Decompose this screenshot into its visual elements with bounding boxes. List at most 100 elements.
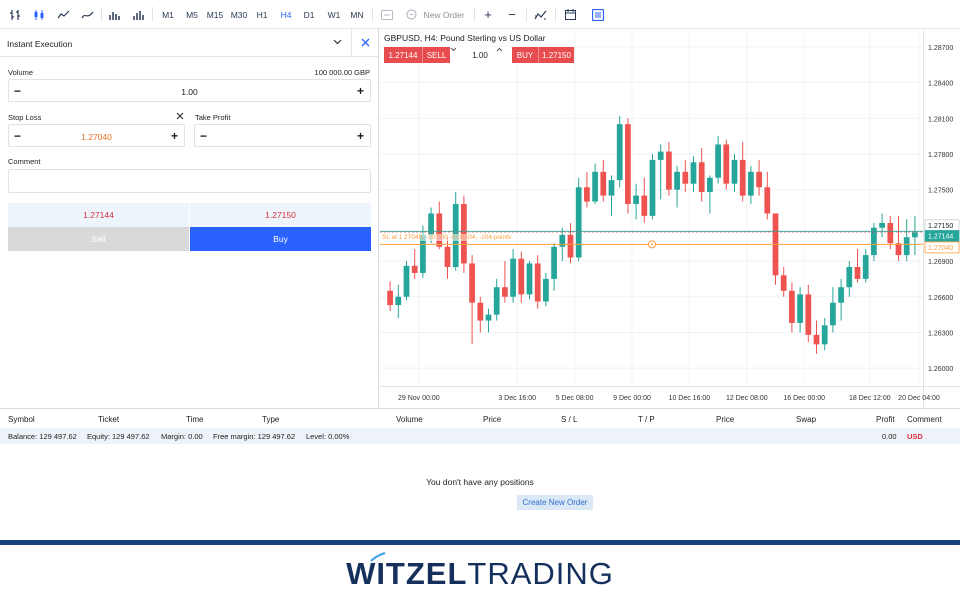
timeframe-d1[interactable]: D1 <box>302 6 316 23</box>
chart-title: GBPUSD, H4: Pound Sterling vs US Dollar <box>384 33 546 43</box>
chart-sell-button[interactable]: SELL <box>422 47 450 63</box>
stop-loss-line-label[interactable]: SL at 1.27040, -107.00 -0.00104, -104 po… <box>382 234 512 241</box>
chevron-down-icon[interactable] <box>333 38 342 47</box>
timeframe-mn[interactable]: MN <box>349 6 365 23</box>
candle-body <box>559 234 566 247</box>
candle-body <box>715 144 721 178</box>
zoom-out-icon[interactable]: − <box>506 6 518 23</box>
timeframe-m1[interactable]: M1 <box>160 6 176 23</box>
take-profit-decrease-button[interactable]: − <box>200 130 207 142</box>
col-comment[interactable]: Comment <box>907 415 942 424</box>
close-icon <box>361 38 370 49</box>
timeframe-h4[interactable]: H4 <box>279 6 293 23</box>
timeframe-m30[interactable]: M30 <box>229 6 249 23</box>
footer-divider <box>0 540 960 545</box>
col-price[interactable]: Price <box>483 415 501 424</box>
candle-body <box>657 151 664 160</box>
candle-body <box>698 162 705 193</box>
timeframe-m5[interactable]: M5 <box>184 6 200 23</box>
col-stop-loss[interactable]: S / L <box>561 415 577 424</box>
zoom-in-icon[interactable]: + <box>482 6 494 23</box>
x-tick-label: 9 Dec 00:00 <box>613 395 651 402</box>
chart-canvas[interactable]: 1.28700 1.28400 1.28100 1.27800 1.27500 1.269… <box>380 29 960 408</box>
indicators-icon[interactable] <box>533 6 547 23</box>
candle-body <box>707 177 713 193</box>
candle-body <box>543 278 549 302</box>
histogram-icon[interactable] <box>132 6 146 23</box>
candle-body <box>756 171 762 188</box>
chart-buy-button[interactable]: BUY <box>512 47 538 63</box>
price-chart[interactable]: 1.28700 1.28400 1.28100 1.27800 1.27500 1.269… <box>380 29 960 408</box>
comment-field[interactable] <box>8 169 371 193</box>
buy-button[interactable]: Buy <box>190 227 371 251</box>
new-order-icon[interactable] <box>404 6 418 23</box>
line-chart-icon[interactable] <box>56 6 70 23</box>
clear-stop-loss-icon[interactable] <box>176 112 184 122</box>
volume-value[interactable]: 1.00 <box>9 87 370 97</box>
logo-swoosh-icon <box>370 552 386 562</box>
balance-row: Balance: 129 497.62 Equity: 129 497.62 M… <box>0 428 960 444</box>
timeframe-h1[interactable]: H1 <box>255 6 269 23</box>
positions-panel: Symbol Ticket Time Type Volume Price S /… <box>0 408 960 540</box>
col-time[interactable]: Time <box>186 415 203 424</box>
empty-positions-message: You don't have any positions <box>426 477 534 487</box>
y-tick-label: 1.26600 <box>928 295 953 302</box>
candlestick-icon[interactable] <box>32 6 46 23</box>
margin-value: Margin: 0.00 <box>161 432 203 441</box>
timeframe-m15[interactable]: M15 <box>206 6 224 23</box>
candle-body <box>436 213 443 247</box>
bar-chart-icon[interactable] <box>8 6 22 23</box>
new-order-button[interactable]: New Order <box>422 6 466 23</box>
chart-volume-decrease-icon[interactable] <box>450 47 464 63</box>
stop-loss-increase-button[interactable]: + <box>171 130 178 142</box>
execution-type-select[interactable]: Instant Execution <box>0 29 378 57</box>
col-take-profit[interactable]: T / P <box>638 415 655 424</box>
chart-volume-input[interactable]: 1.00 <box>464 47 496 63</box>
x-tick-label: 5 Dec 08:00 <box>556 395 594 402</box>
y-tick-label: 1.26000 <box>928 366 953 373</box>
candle-body <box>625 124 631 204</box>
take-profit-label: Take Profit <box>195 113 231 122</box>
col-current-price[interactable]: Price <box>716 415 734 424</box>
close-panel-button[interactable] <box>351 29 378 57</box>
create-new-order-button[interactable]: Create New Order <box>517 495 593 510</box>
col-symbol[interactable]: Symbol <box>8 415 35 424</box>
volume-bars-icon[interactable] <box>108 6 122 23</box>
chart-buy-price[interactable]: 1.27150 <box>538 47 574 63</box>
candle-body <box>846 267 853 288</box>
col-profit[interactable]: Profit <box>876 415 895 424</box>
x-tick-label: 10 Dec 16:00 <box>669 395 711 402</box>
timeframe-w1[interactable]: W1 <box>326 6 342 23</box>
chart-volume-increase-icon[interactable] <box>496 47 510 63</box>
equity-value: Equity: 129 497.62 <box>87 432 150 441</box>
candle-body <box>879 222 885 228</box>
trade-panel-icon[interactable] <box>591 6 605 23</box>
y-tick-label: 1.28100 <box>928 116 953 123</box>
chart-sell-price[interactable]: 1.27144 <box>384 47 422 63</box>
col-ticket[interactable]: Ticket <box>98 415 119 424</box>
candle-body <box>789 290 795 323</box>
comment-label: Comment <box>8 157 41 166</box>
volume-stepper[interactable]: − 1.00 + <box>8 79 371 102</box>
stop-loss-stepper[interactable]: − 1.27040 + <box>8 124 185 147</box>
x-tick-label: 18 Dec 12:00 <box>849 395 891 402</box>
candle-body <box>862 255 869 279</box>
take-profit-increase-button[interactable]: + <box>357 130 364 142</box>
col-volume[interactable]: Volume <box>396 415 423 424</box>
col-swap[interactable]: Swap <box>796 415 816 424</box>
volume-increase-button[interactable]: + <box>357 85 364 97</box>
stop-loss-value[interactable]: 1.27040 <box>9 132 184 142</box>
calendar-icon[interactable] <box>563 6 577 23</box>
area-chart-icon[interactable] <box>80 6 94 23</box>
col-type[interactable]: Type <box>262 415 279 424</box>
candle-body <box>805 294 812 335</box>
sell-button[interactable]: Sell <box>8 227 189 251</box>
candle-body <box>813 334 820 345</box>
x-tick-label: 20 Dec 04:00 <box>898 395 940 402</box>
take-profit-stepper[interactable]: − + <box>194 124 371 147</box>
candle-body <box>682 171 689 184</box>
candle-body <box>469 263 475 303</box>
candle-body <box>551 246 557 279</box>
candle-body <box>838 287 844 303</box>
one-click-trading-icon[interactable] <box>380 6 394 23</box>
